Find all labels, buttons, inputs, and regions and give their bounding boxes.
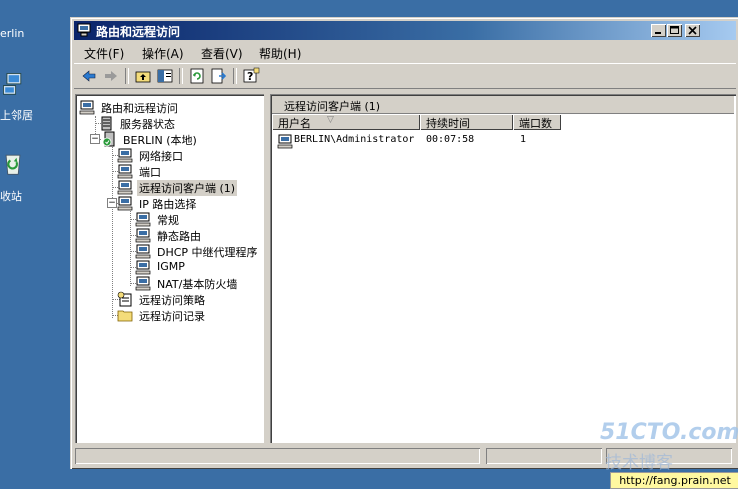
minimize-button[interactable] (651, 24, 666, 37)
close-button[interactable] (685, 24, 700, 37)
network-places-icon (3, 73, 22, 95)
menu-view[interactable]: 查看(V) (201, 45, 243, 62)
routing-remote-access-window: 路由和远程访问 文件(F) 操作(A) 查看(V) 帮助(H) ? − − 路由… (70, 17, 738, 469)
show-hide-tree-icon[interactable] (156, 67, 174, 85)
column-header-username[interactable]: 用户名 ▽ (272, 114, 420, 130)
title-bar[interactable]: 路由和远程访问 (74, 21, 736, 40)
general-icon (135, 212, 151, 227)
menu-bar: 文件(F) 操作(A) 查看(V) 帮助(H) (74, 42, 736, 62)
tree-connector (130, 211, 131, 286)
menu-help[interactable]: 帮助(H) (259, 45, 301, 62)
status-cell (486, 448, 602, 464)
toolbar-separator (179, 68, 183, 84)
ports-icon (117, 164, 133, 179)
tree-connector (112, 147, 113, 318)
remote-clients-icon (117, 180, 133, 195)
cell-ports: 1 (520, 134, 527, 145)
igmp-icon (135, 260, 151, 275)
details-pane-title: 远程访问客户端 (1) (272, 96, 734, 114)
nat-firewall-icon (135, 276, 151, 291)
export-list-icon[interactable] (210, 67, 228, 85)
watermark-url: http://fang.prain.net (610, 472, 738, 489)
column-header-duration[interactable]: 持续时间 (420, 114, 513, 130)
toolbar-separator (125, 68, 129, 84)
maximize-button[interactable] (667, 24, 682, 37)
window-title: 路由和远程访问 (96, 25, 181, 39)
desktop-icon-label: 上邻居 (0, 109, 33, 122)
cell-username: BERLIN\Administrator (294, 134, 415, 145)
close-icon (688, 26, 697, 35)
help-icon[interactable]: ? (242, 67, 260, 85)
server-local-icon (102, 131, 115, 147)
minimize-icon (655, 32, 661, 34)
toolbar: ? (74, 63, 736, 89)
static-routes-icon (135, 228, 151, 243)
desktop-icon-label: erlin (0, 27, 25, 40)
console-tree: − − 路由和远程访问 服务器状态 BERLIN (本地) 网络接口 端口 远程… (75, 94, 264, 443)
remote-client-icon (277, 134, 293, 149)
policies-icon (117, 291, 132, 307)
details-pane: 远程访问客户端 (1) 用户名 ▽ 持续时间 端口数 BERLIN\Admini… (270, 94, 736, 443)
mmc-app-icon (77, 23, 91, 37)
routing-server-icon (79, 100, 95, 115)
up-folder-icon[interactable] (134, 67, 152, 85)
svg-text:?: ? (247, 70, 253, 83)
watermark-blog: 技术博客 (605, 453, 673, 473)
menu-file[interactable]: 文件(F) (84, 45, 124, 62)
sort-descending-icon: ▽ (327, 115, 334, 125)
ip-routing-icon (117, 196, 133, 211)
back-arrow-icon[interactable] (80, 67, 98, 85)
collapse-toggle[interactable]: − (90, 134, 100, 144)
network-interface-icon (117, 148, 133, 163)
dhcp-relay-icon (135, 244, 151, 259)
recycle-bin-icon (5, 154, 21, 175)
cell-duration: 00:07:58 (426, 134, 475, 145)
maximize-icon (670, 26, 679, 34)
forward-arrow-icon[interactable] (102, 67, 120, 85)
desktop-icon-label: 收站 (0, 190, 22, 203)
status-cell (75, 448, 480, 464)
toolbar-separator (233, 68, 237, 84)
server-status-icon (101, 116, 112, 131)
column-header-ports[interactable]: 端口数 (513, 114, 561, 130)
folder-icon (117, 310, 133, 322)
menu-action[interactable]: 操作(A) (142, 45, 184, 62)
collapse-toggle[interactable]: − (107, 198, 117, 208)
watermark-brand: 51CTO.com (600, 420, 738, 445)
refresh-icon[interactable] (188, 67, 206, 85)
